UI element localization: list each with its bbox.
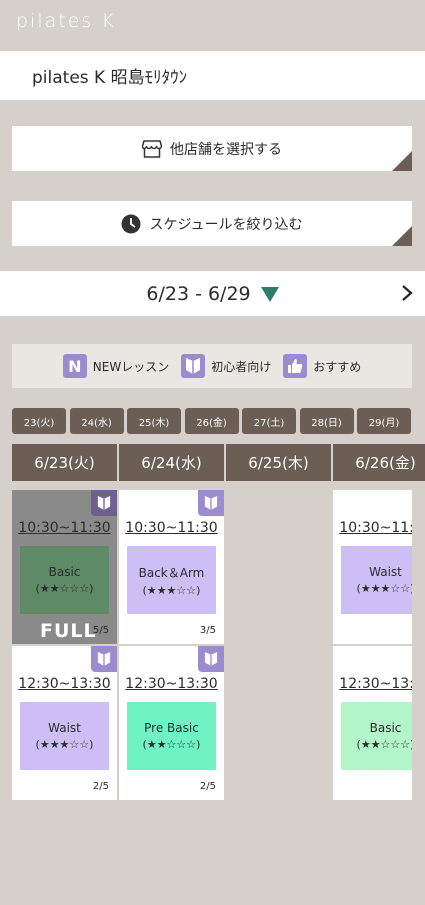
day-header: 6/26(金) [333, 444, 425, 481]
day-tab[interactable]: 23(火) [12, 408, 66, 434]
lesson-card[interactable]: 12:30~13:30 Pre Basic (★★☆☆☆) 2/5 [119, 646, 224, 800]
store-name-bar: pilates K 昭島ﾓﾘﾀｳﾝ [0, 51, 425, 100]
lesson-box: Basic (★★☆☆☆) [341, 702, 412, 770]
week-selector[interactable]: 6/23 - 6/29 [0, 271, 425, 316]
lesson-card[interactable]: 12:30~13:30 Basic (★★☆☆☆) [333, 646, 412, 800]
chevron-right-icon[interactable] [399, 283, 415, 303]
schedule-grid: 10:30~11:30 Basic (★★☆☆☆) FULL 5/5 10:30… [0, 488, 412, 808]
reservation-count: 5/5 [92, 625, 109, 636]
lesson-level: (★★★☆☆) [142, 583, 201, 597]
day-header: 6/23(火) [12, 444, 117, 481]
lesson-card[interactable]: 10:30~11:30 Back＆Arm (★★★☆☆) 3/5 [119, 490, 224, 644]
filter-schedule-button[interactable]: スケジュールを絞り込む [12, 201, 412, 246]
full-label: FULL [40, 620, 97, 642]
dropdown-triangle-icon[interactable] [260, 287, 279, 302]
store-icon [142, 139, 162, 158]
day-headers: 6/23(火) 6/24(水) 6/25(木) 6/26(金) [12, 444, 425, 481]
filter-schedule-label: スケジュールを絞り込む [149, 216, 303, 233]
day-header: 6/24(水) [119, 444, 224, 481]
lesson-box: Waist (★★★☆☆) [20, 702, 109, 770]
lesson-box: Basic (★★☆☆☆) [20, 546, 109, 614]
lesson-name: Waist [48, 721, 81, 735]
lesson-box: Back＆Arm (★★★☆☆) [127, 546, 216, 614]
select-store-label: 他店舗を選択する [170, 141, 282, 158]
lesson-name: Waist [369, 565, 402, 579]
lesson-time: 10:30~11:30 [125, 520, 218, 536]
lesson-level: (★★☆☆☆) [35, 582, 94, 595]
beginner-mark-icon [198, 646, 224, 672]
lesson-time: 12:30~13:30 [125, 676, 218, 692]
day-tab[interactable]: 29(月) [357, 408, 411, 434]
lesson-time: 10:30~11:30 [339, 520, 412, 536]
corner-decoration [392, 226, 412, 246]
lesson-time: 12:30~13:30 [339, 676, 412, 692]
lesson-time: 12:30~13:30 [18, 676, 111, 692]
reservation-count: 2/5 [199, 781, 216, 792]
lesson-box: Waist (★★★☆☆) [341, 546, 412, 614]
store-name: pilates K 昭島ﾓﾘﾀｳﾝ [32, 68, 188, 88]
lesson-card[interactable]: 10:30~11:30 Waist (★★★☆☆) [333, 490, 412, 644]
lesson-card[interactable]: 12:30~13:30 Waist (★★★☆☆) 2/5 [12, 646, 117, 800]
legend-recommend-label: おすすめ [313, 359, 362, 374]
new-lesson-icon: N [62, 354, 87, 378]
day-tab[interactable]: 26(金) [184, 408, 239, 434]
lesson-name: Basic [48, 565, 81, 579]
lesson-name: Basic [369, 721, 402, 735]
week-range: 6/23 - 6/29 [146, 282, 251, 305]
legend: N NEWレッスン 初心者向け おすすめ [12, 344, 412, 388]
legend-new-label: NEWレッスン [92, 359, 170, 374]
day-header: 6/25(木) [226, 444, 331, 481]
legend-recommend: おすすめ [283, 354, 361, 378]
legend-beginner-label: 初心者向け [211, 359, 272, 374]
beginner-mark-icon [91, 490, 117, 516]
thumbs-up-icon [283, 354, 308, 378]
reservation-count: 3/5 [199, 625, 216, 636]
beginner-mark-icon [181, 354, 206, 378]
lesson-card[interactable]: 10:30~11:30 Basic (★★☆☆☆) FULL 5/5 [12, 490, 117, 644]
lesson-name: Back＆Arm [138, 565, 205, 580]
day-tab[interactable]: 24(水) [69, 408, 124, 434]
beginner-mark-icon [198, 490, 224, 516]
day-tab[interactable]: 25(木) [127, 408, 181, 434]
clock-icon [121, 214, 141, 234]
legend-beginner: 初心者向け [181, 354, 271, 378]
brand-logo: pilates K [16, 10, 116, 32]
select-store-button[interactable]: 他店舗を選択する [12, 126, 412, 171]
legend-new: N NEWレッスン [62, 354, 170, 378]
reservation-count: 2/5 [92, 781, 109, 792]
day-tabs: 23(火) 24(水) 25(木) 26(金) 27(土) 28(日) 29(月… [12, 408, 415, 434]
lesson-time: 10:30~11:30 [18, 520, 111, 536]
lesson-level: (★★★☆☆) [35, 738, 94, 751]
lesson-level: (★★☆☆☆) [356, 738, 412, 751]
lesson-level: (★★★☆☆) [356, 582, 412, 595]
beginner-mark-icon [91, 646, 117, 672]
lesson-name: Pre Basic [144, 721, 199, 735]
day-tab[interactable]: 27(土) [242, 408, 296, 434]
lesson-box: Pre Basic (★★☆☆☆) [127, 702, 216, 770]
day-tab[interactable]: 28(日) [299, 408, 354, 434]
lesson-level: (★★☆☆☆) [142, 738, 201, 751]
corner-decoration [392, 151, 412, 171]
